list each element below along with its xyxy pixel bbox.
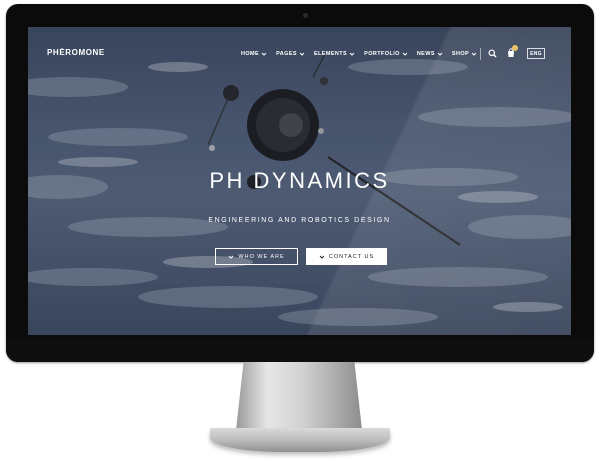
chevron-down-icon	[299, 52, 305, 56]
monitor-stand-base	[210, 428, 390, 452]
button-label: WHO WE ARE	[238, 253, 285, 260]
cart-count-badge	[512, 45, 518, 51]
nav-item-pages[interactable]: PAGES	[276, 51, 305, 57]
nav-label: ELEMENTS	[313, 51, 348, 57]
nav-item-shop[interactable]: SHOP	[452, 51, 477, 57]
chevron-down-icon	[437, 52, 443, 56]
nav-divider	[480, 48, 481, 60]
website-screen: PHĖROMONE HOME PAGES ELEMENTS PORTFOLIO …	[28, 27, 571, 335]
hero-subtitle: ENGINEERING AND ROBOTICS DESIGN	[208, 217, 391, 224]
nav-label: PORTFOLIO	[364, 51, 400, 57]
nav-label: HOME	[241, 51, 260, 57]
who-we-are-button[interactable]: WHO WE ARE	[215, 248, 298, 265]
contact-us-button[interactable]: CONTACT US	[306, 248, 387, 265]
nav-label: SHOP	[451, 51, 470, 57]
chevron-down-icon	[228, 255, 234, 259]
chevron-down-icon	[402, 52, 408, 56]
nav-item-elements[interactable]: ELEMENTS	[314, 51, 355, 57]
chevron-down-icon	[319, 255, 325, 259]
site-logo[interactable]: PHĖROMONE	[47, 48, 105, 57]
button-label: CONTACT US	[328, 253, 375, 260]
webcam	[303, 13, 308, 18]
nav-item-news[interactable]: NEWS	[417, 51, 443, 57]
main-nav: HOME PAGES ELEMENTS PORTFOLIO NEWS SHOP	[241, 51, 486, 57]
chevron-down-icon	[349, 52, 355, 56]
hero-title: PH DYNAMICS	[209, 168, 390, 193]
nav-item-portfolio[interactable]: PORTFOLIO	[364, 51, 408, 57]
nav-label: PAGES	[276, 51, 297, 57]
language-switcher[interactable]: ENG	[527, 48, 545, 59]
chevron-down-icon	[471, 52, 477, 56]
monitor-chin	[6, 338, 594, 362]
search-icon[interactable]	[488, 49, 497, 58]
nav-item-home[interactable]: HOME	[241, 51, 267, 57]
monitor-stand-neck	[236, 362, 362, 430]
chevron-down-icon	[261, 52, 267, 56]
nav-label: NEWS	[416, 51, 435, 57]
